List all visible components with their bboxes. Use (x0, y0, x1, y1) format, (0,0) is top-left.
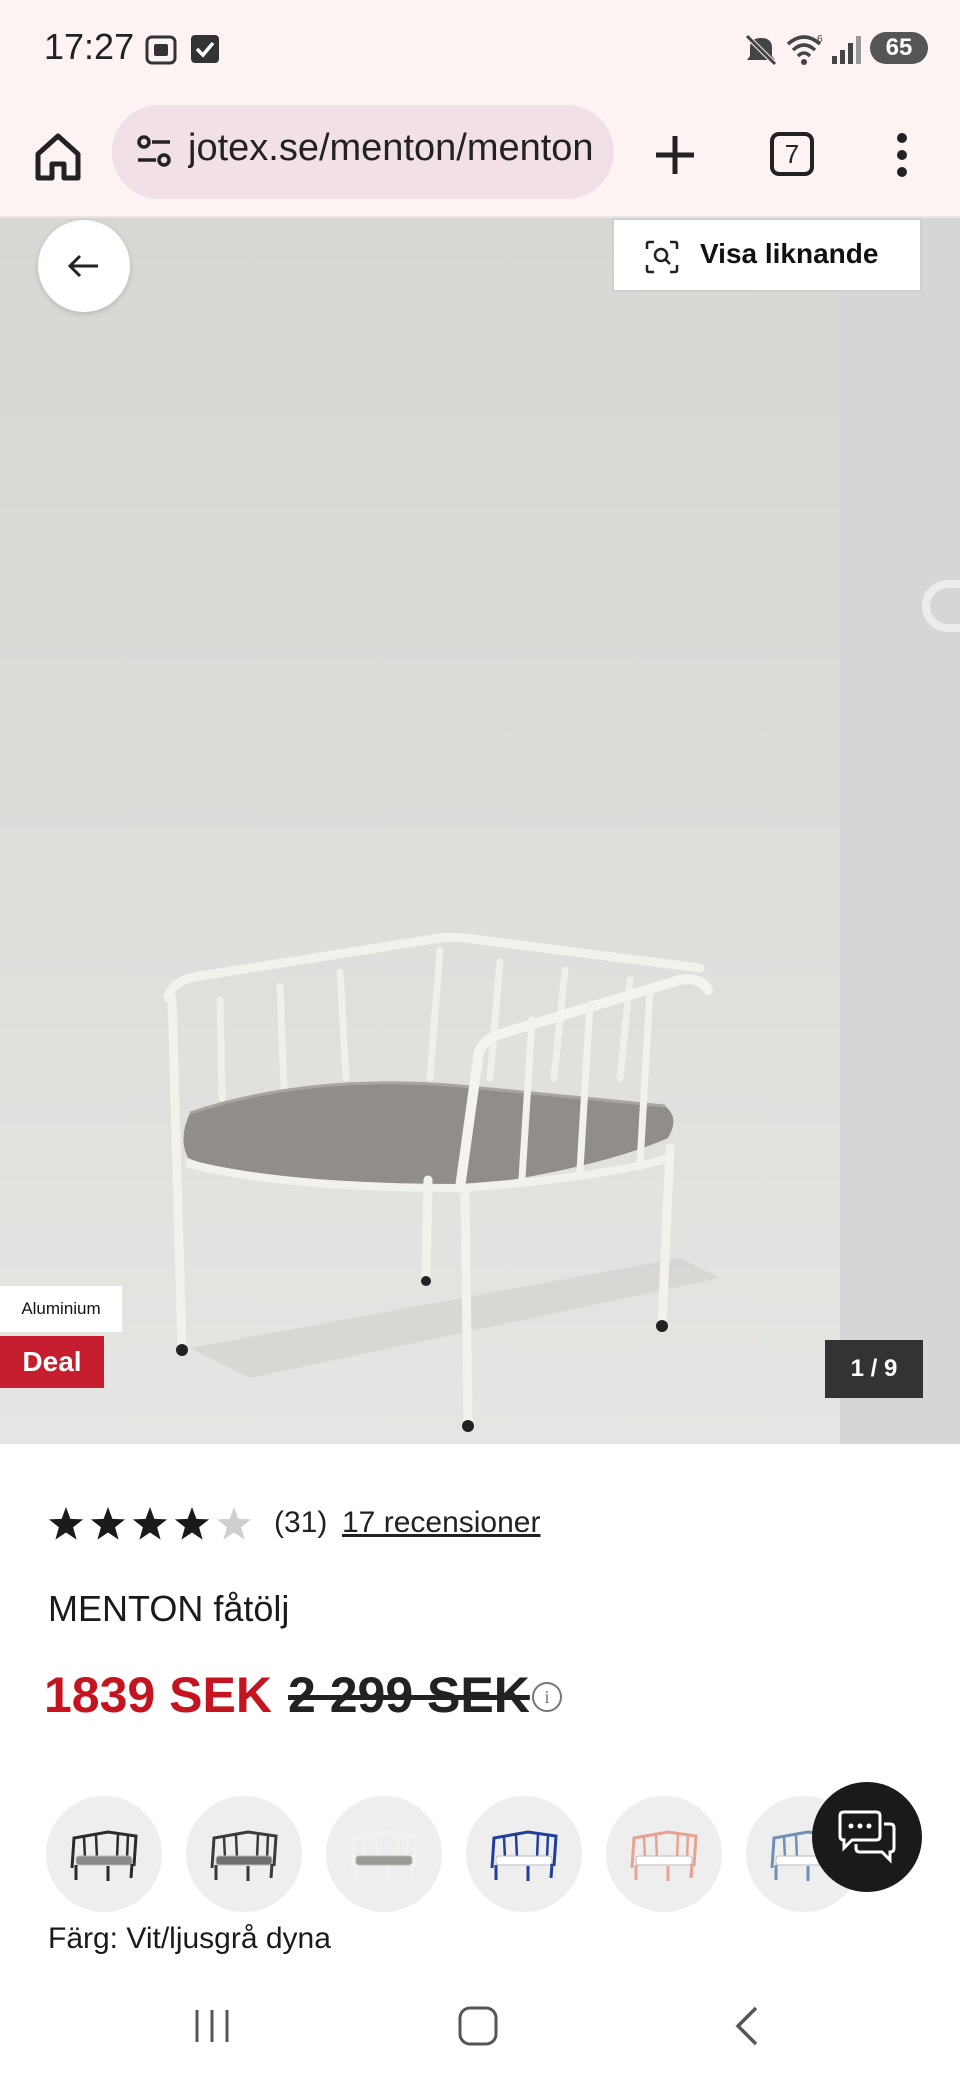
star-filled-icon (48, 1507, 84, 1540)
battery-indicator: 65 (870, 32, 928, 64)
image-counter: 1 / 9 (825, 1340, 923, 1398)
back-nav-icon[interactable] (732, 2004, 764, 2048)
next-image-preview[interactable] (840, 218, 960, 1444)
home-icon[interactable] (30, 128, 86, 184)
address-bar[interactable]: jotex.se/menton/menton (112, 105, 614, 199)
star-empty-icon (216, 1507, 252, 1540)
product-title: MENTON fåtölj (48, 1588, 290, 1629)
rating-count: (31) (274, 1506, 328, 1539)
info-icon[interactable]: i (532, 1682, 562, 1712)
svg-text:6: 6 (817, 34, 823, 45)
recents-icon[interactable] (192, 2006, 232, 2046)
wifi-icon: 6 (786, 34, 823, 65)
tab-switcher-icon[interactable]: 7 (770, 132, 814, 176)
color-swatch[interactable] (46, 1796, 162, 1912)
visual-search-label: Visa liknande (700, 238, 879, 269)
screen: 17:27 6 65 jotex.se/menton/menton 7 Visa… (0, 0, 960, 2080)
browser-toolbar: jotex.se/menton/menton 7 (0, 100, 960, 218)
chat-icon (838, 1810, 896, 1864)
color-swatch[interactable] (606, 1796, 722, 1912)
chair-thumbnail-icon (630, 1830, 698, 1881)
site-settings-icon[interactable] (134, 131, 174, 171)
mute-icon (745, 34, 777, 66)
original-price: 2 299 SEK (288, 1667, 530, 1723)
status-bar: 17:27 6 65 (0, 0, 960, 100)
rating-stars (48, 1507, 252, 1540)
visual-search-button[interactable]: Visa liknande (612, 218, 922, 292)
reviews-link[interactable]: 17 recensioner (342, 1506, 540, 1540)
chair-thumbnail-icon (350, 1830, 418, 1881)
chair-illustration (163, 932, 720, 1432)
checkbox-icon (191, 35, 219, 63)
visual-search-icon (645, 240, 679, 274)
star-filled-icon (174, 1507, 210, 1540)
signal-icon (832, 36, 861, 64)
color-swatch[interactable] (186, 1796, 302, 1912)
status-time: 17:27 (44, 26, 135, 67)
color-swatch[interactable] (326, 1796, 442, 1912)
new-tab-icon[interactable] (650, 130, 700, 180)
back-button[interactable] (38, 220, 130, 312)
product-image-gallery[interactable]: Visa liknande Aluminium Deal 1 / 9 (0, 218, 960, 1444)
selected-color-label: Färg: Vit/ljusgrå dyna (48, 1922, 331, 1955)
material-tag: Aluminium (0, 1286, 122, 1332)
system-nav-bar (0, 1980, 960, 2080)
screenshot-icon (145, 35, 177, 65)
current-price: 1839 SEK (44, 1667, 272, 1723)
chair-thumbnail-icon (210, 1830, 278, 1881)
star-filled-icon (90, 1507, 126, 1540)
more-menu-icon[interactable] (888, 130, 916, 180)
deal-badge: Deal (0, 1336, 104, 1388)
chair-thumbnail-icon (490, 1830, 558, 1881)
url-text[interactable]: jotex.se/menton/menton (188, 127, 608, 170)
arrow-left-icon (67, 254, 98, 278)
star-filled-icon (132, 1507, 168, 1540)
chair-thumbnail-icon (70, 1830, 138, 1881)
color-swatch[interactable] (466, 1796, 582, 1912)
home-nav-icon[interactable] (456, 2004, 500, 2048)
chat-button[interactable] (812, 1782, 922, 1892)
